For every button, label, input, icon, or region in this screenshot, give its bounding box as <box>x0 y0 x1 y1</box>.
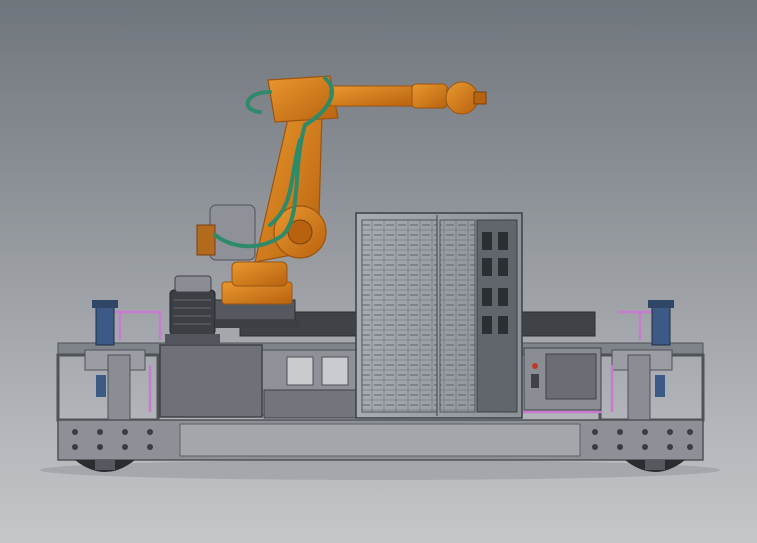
cad-scene <box>0 0 757 543</box>
lower-housing <box>263 389 358 419</box>
electrical-cabinet <box>355 212 523 419</box>
ground-shadow <box>40 460 720 480</box>
bottom-chassis <box>57 419 704 461</box>
control-box <box>523 347 602 411</box>
hydraulic-tank <box>159 344 263 418</box>
